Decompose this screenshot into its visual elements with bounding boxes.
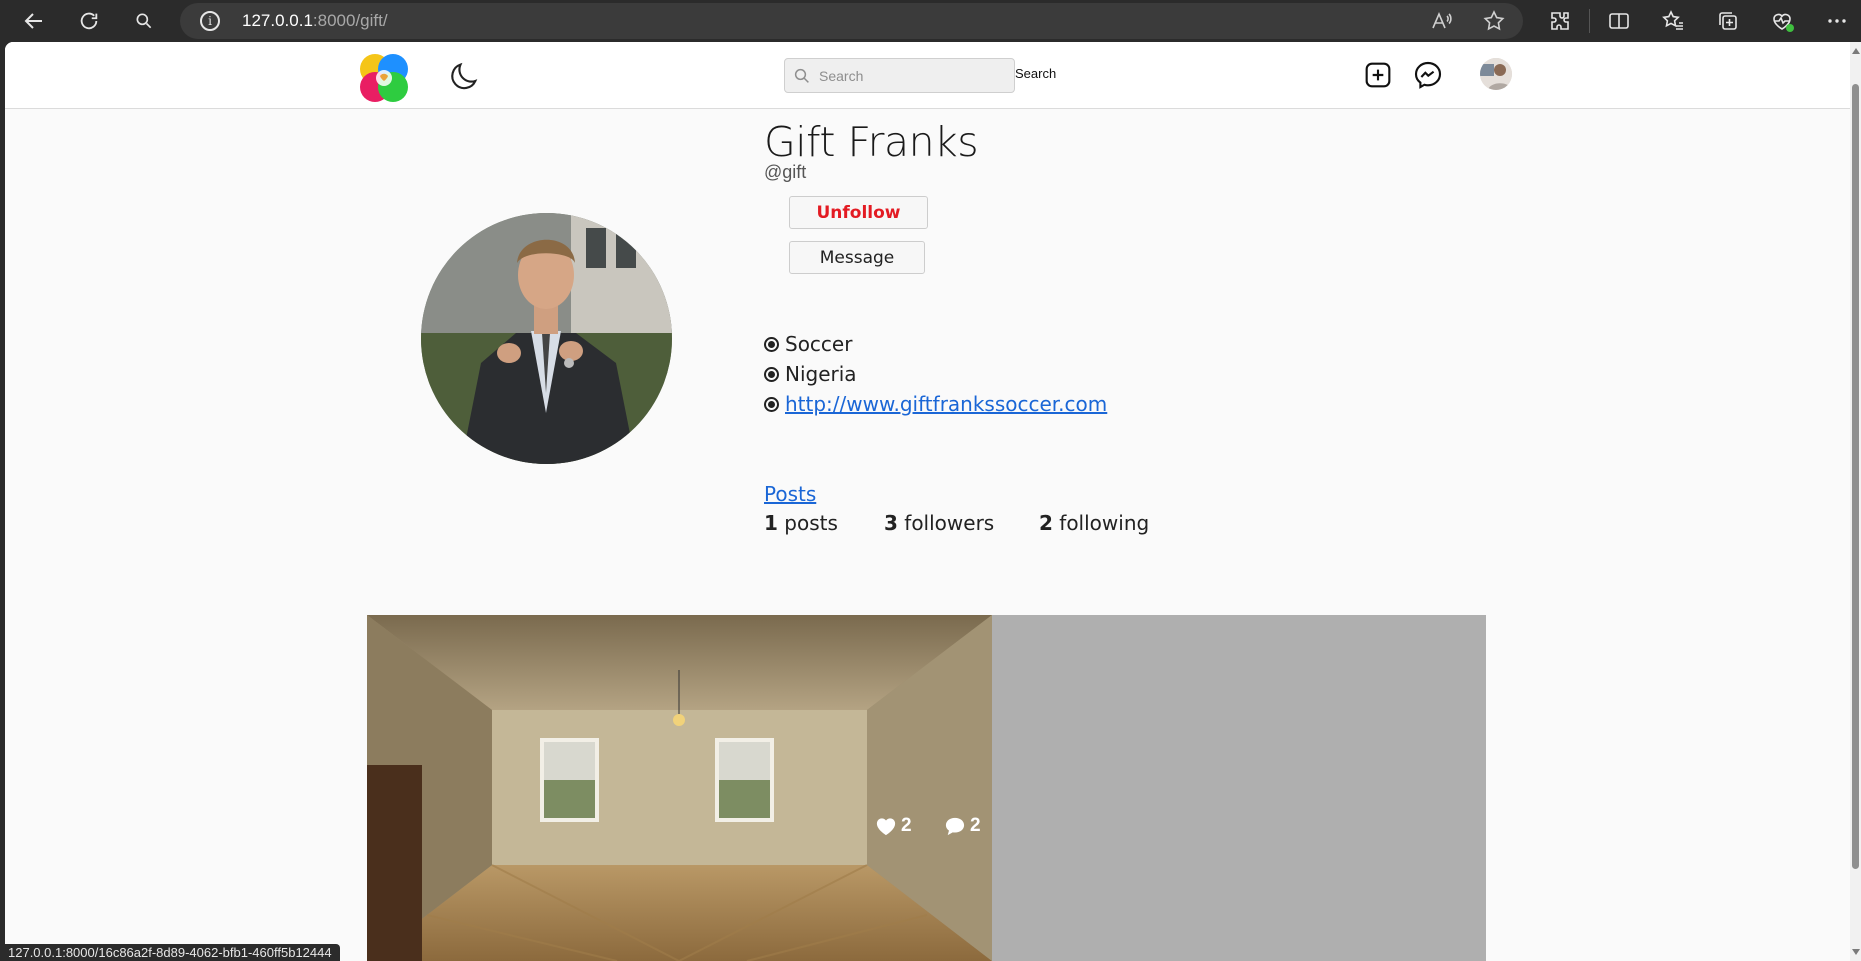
message-button[interactable]: Message <box>789 241 925 274</box>
followers-stat-label: followers <box>904 511 995 535</box>
post-thumbnail[interactable]: 2 2 <box>367 615 992 961</box>
reload-icon[interactable] <box>72 4 106 38</box>
bio-item: Soccer <box>764 332 852 356</box>
address-bar[interactable]: i 127.0.0.1:8000/gift/ <box>180 3 1523 39</box>
read-aloud-icon[interactable] <box>1430 9 1454 33</box>
posts-link[interactable]: Posts <box>764 482 816 506</box>
search-input[interactable] <box>819 65 1009 87</box>
post-likes: 2 <box>875 815 912 837</box>
bio-item: http://www.giftfrankssoccer.com <box>764 392 1107 416</box>
search-field[interactable] <box>784 58 1015 93</box>
comments-count: 2 <box>970 815 981 836</box>
search-icon[interactable] <box>127 4 161 38</box>
bio-item: Nigeria <box>764 362 857 386</box>
comment-bubble-icon <box>945 817 965 836</box>
following-stat[interactable]: 2 following <box>1039 511 1149 535</box>
favorites-icon[interactable] <box>1658 6 1688 36</box>
site-header: Search <box>5 42 1850 109</box>
following-count: 2 <box>1039 511 1053 535</box>
new-post-plus-icon[interactable] <box>1362 59 1394 91</box>
favorite-star-icon[interactable] <box>1482 9 1506 33</box>
collections-icon[interactable] <box>1713 6 1743 36</box>
link-status-bar: 127.0.0.1:8000/16c86a2f-8d89-4062-bfb1-4… <box>0 944 340 961</box>
bullet-icon <box>764 366 779 382</box>
page-viewport: Search Search Gift Franks @gift Unfollow… <box>5 42 1861 961</box>
user-avatar[interactable] <box>1480 58 1512 90</box>
followers-count: 3 <box>884 511 898 535</box>
search-icon <box>793 67 811 85</box>
post-comments: 2 <box>944 815 981 837</box>
site-info-icon[interactable]: i <box>200 11 220 31</box>
likes-count: 2 <box>901 815 912 836</box>
unfollow-button[interactable]: Unfollow <box>789 196 928 229</box>
heart-icon <box>876 818 896 836</box>
site-logo[interactable] <box>358 52 410 104</box>
following-stat-label: following <box>1059 511 1150 535</box>
profile-handle: @gift <box>764 162 807 182</box>
more-menu-icon[interactable] <box>1822 6 1852 36</box>
split-screen-icon[interactable] <box>1604 6 1634 36</box>
toolbar-divider <box>1589 9 1590 33</box>
browser-essentials-icon[interactable] <box>1767 6 1797 36</box>
bullet-icon <box>764 336 779 352</box>
scrollbar-thumb[interactable] <box>1852 84 1859 869</box>
bio-sport: Soccer <box>785 332 853 356</box>
posts-stat-label: posts <box>784 511 838 535</box>
bio-country: Nigeria <box>785 362 857 386</box>
profile-picture <box>421 213 672 464</box>
posts-count: 1 <box>764 511 778 535</box>
scroll-down-arrow-icon[interactable] <box>1852 949 1860 955</box>
extensions-icon[interactable] <box>1545 6 1575 36</box>
search-button[interactable]: Search <box>1015 66 1056 81</box>
messenger-icon[interactable] <box>1412 59 1444 91</box>
dark-mode-moon-icon[interactable] <box>447 59 481 93</box>
address-url[interactable]: 127.0.0.1:8000/gift/ <box>242 11 388 31</box>
back-icon[interactable] <box>17 4 51 38</box>
posts-stat: 1 posts <box>764 511 838 535</box>
profile-name: Gift Franks <box>764 118 979 166</box>
bullet-icon <box>764 396 779 412</box>
post-placeholder <box>992 615 1486 961</box>
browser-toolbar: i 127.0.0.1:8000/gift/ <box>0 0 1861 42</box>
scroll-up-arrow-icon[interactable] <box>1852 48 1860 54</box>
bio-website-link[interactable]: http://www.giftfrankssoccer.com <box>785 392 1107 416</box>
page-scrollbar[interactable] <box>1850 42 1861 961</box>
followers-stat[interactable]: 3 followers <box>884 511 994 535</box>
